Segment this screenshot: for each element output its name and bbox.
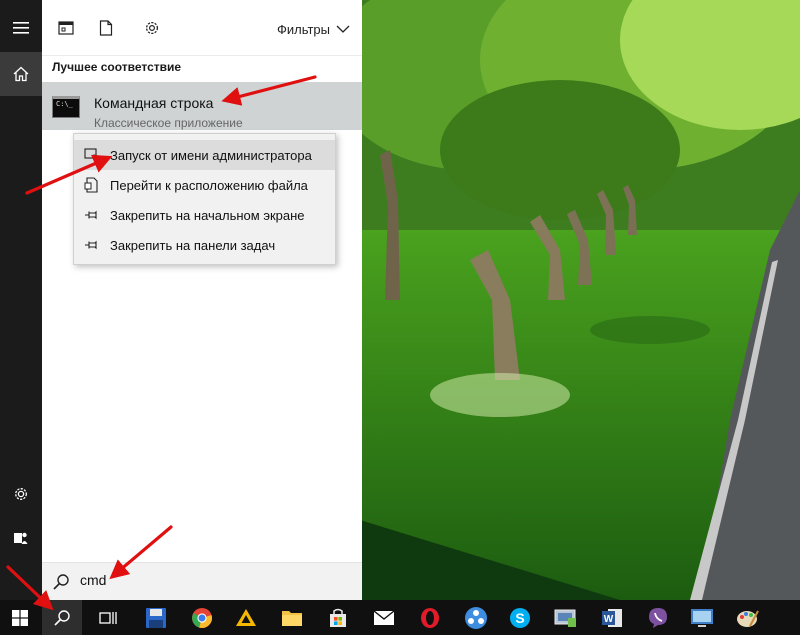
menu-item-label: Запуск от имени администратора <box>110 147 312 163</box>
task-view-icon <box>99 611 117 624</box>
file-location-icon <box>84 177 100 193</box>
file-explorer-icon <box>282 610 302 626</box>
home-icon <box>13 66 29 82</box>
gear-icon <box>145 21 159 35</box>
remote-desktop-icon <box>691 608 713 627</box>
shield-icon <box>84 147 100 163</box>
start-left-rail <box>0 0 42 600</box>
apps-filter-button[interactable] <box>54 16 78 40</box>
opera-icon <box>421 607 439 628</box>
start-button[interactable] <box>0 600 40 635</box>
pin-icon <box>84 237 100 253</box>
taskbar-app-store[interactable] <box>318 600 358 635</box>
taskbar-app-skype[interactable]: S <box>500 600 540 635</box>
settings-filter-button[interactable] <box>140 16 164 40</box>
cmd-icon-prompt: C:\_ <box>56 100 73 108</box>
svg-text:W: W <box>604 614 614 625</box>
result-title: Командная строка <box>94 95 214 111</box>
yandex-disk-icon <box>236 608 256 626</box>
taskbar-app-floppy[interactable] <box>136 600 176 635</box>
paint-icon <box>737 610 759 627</box>
hamburger-menu-button[interactable] <box>0 6 42 50</box>
skype-icon: S <box>510 607 530 628</box>
user-account-button[interactable] <box>0 516 42 560</box>
search-box[interactable]: cmd <box>42 562 362 600</box>
home-button[interactable] <box>0 52 42 96</box>
menu-item-run-as-admin[interactable]: Запуск от имени администратора <box>74 140 335 170</box>
viber-icon <box>649 607 667 628</box>
search-results-panel: Фильтры Лучшее соответствие C:\_ Командн… <box>42 0 362 600</box>
windows-start-icon <box>12 609 28 626</box>
store-icon <box>330 608 346 627</box>
taskbar-app-network[interactable] <box>456 600 496 635</box>
best-match-header: Лучшее соответствие <box>52 60 182 74</box>
best-match-result[interactable]: C:\_ Командная строка Классическое прило… <box>42 82 362 130</box>
user-icon <box>14 532 28 544</box>
taskbar-app-opera[interactable] <box>410 600 450 635</box>
taskbar-app-chrome[interactable] <box>182 600 222 635</box>
documents-filter-button[interactable] <box>94 16 118 40</box>
menu-item-pin-to-taskbar[interactable]: Закрепить на панели задач <box>74 230 335 260</box>
taskbar-app-paint[interactable] <box>728 600 768 635</box>
taskbar-app-yandex-disk[interactable] <box>226 600 266 635</box>
chevron-down-icon <box>336 25 350 33</box>
mail-icon <box>373 609 395 625</box>
word-icon: W <box>602 608 622 627</box>
task-view-button[interactable] <box>88 600 128 635</box>
network-icon <box>465 606 487 629</box>
document-icon <box>99 20 113 36</box>
settings-button[interactable] <box>0 472 42 516</box>
search-icon <box>53 574 69 590</box>
floppy-disk-icon <box>146 607 166 628</box>
taskbar-app-word[interactable]: W <box>592 600 632 635</box>
filters-label: Фильтры <box>276 21 330 37</box>
search-icon <box>54 609 70 626</box>
search-input[interactable]: cmd <box>80 572 106 588</box>
taskbar-app-mail[interactable] <box>364 600 404 635</box>
chrome-icon <box>192 607 212 628</box>
cmd-console-icon: C:\_ <box>52 96 80 118</box>
pin-icon <box>84 207 100 223</box>
hamburger-icon <box>13 22 29 34</box>
menu-item-label: Закрепить на начальном экране <box>110 207 305 223</box>
menu-item-label: Перейти к расположению файла <box>110 177 308 193</box>
taskbar-app-viber[interactable] <box>638 600 678 635</box>
control-panel-icon <box>554 609 576 627</box>
result-subtitle: Классическое приложение <box>94 116 243 130</box>
menu-item-pin-to-start[interactable]: Закрепить на начальном экране <box>74 200 335 230</box>
svg-text:S: S <box>515 610 524 626</box>
settings-icon <box>15 488 27 500</box>
taskbar-app-file-explorer[interactable] <box>272 600 312 635</box>
panel-toolbar: Фильтры <box>42 0 362 56</box>
taskbar-search-button[interactable] <box>42 600 82 635</box>
taskbar: S W <box>0 600 800 635</box>
menu-item-open-file-location[interactable]: Перейти к расположению файла <box>74 170 335 200</box>
taskbar-app-remote-desktop[interactable] <box>682 600 722 635</box>
apps-icon <box>58 21 74 35</box>
taskbar-app-control-panel[interactable] <box>546 600 586 635</box>
result-context-menu: Запуск от имени администратора Перейти к… <box>73 133 336 265</box>
filters-dropdown[interactable]: Фильтры <box>277 19 350 39</box>
menu-item-label: Закрепить на панели задач <box>110 237 276 253</box>
